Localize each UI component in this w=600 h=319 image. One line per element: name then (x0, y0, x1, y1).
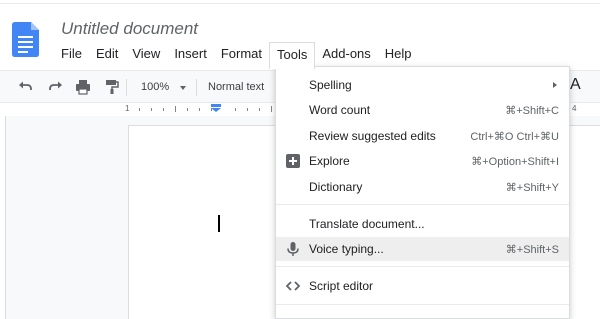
tools-menu: Spelling Word count ⌘+Shift+C Review sug… (275, 66, 570, 319)
ruler-tick (271, 106, 272, 112)
ruler-tick (139, 108, 140, 111)
ruler-tick (199, 108, 200, 111)
ruler-tick (163, 108, 164, 111)
menu-separator (276, 204, 569, 205)
ruler-tick (187, 108, 188, 111)
menu-edit[interactable]: Edit (89, 42, 125, 66)
vertical-ruler (0, 116, 6, 319)
document-title[interactable]: Untitled document (61, 19, 198, 39)
ruler-tick (151, 108, 152, 111)
ruler-tick (259, 108, 260, 111)
menu-addons[interactable]: Add-ons (315, 42, 377, 66)
menu-file[interactable]: File (54, 42, 89, 66)
docs-logo-icon[interactable] (12, 22, 39, 57)
menu-tools[interactable]: Tools (269, 42, 316, 69)
menu-item-review-suggested-edits[interactable]: Review suggested edits Ctrl+⌘O Ctrl+⌘U (276, 124, 569, 148)
browser-top-edge (0, 0, 600, 4)
menu-item-label: Spelling (309, 78, 352, 92)
print-icon[interactable] (75, 79, 91, 95)
menu-item-label: Review suggested edits (309, 129, 436, 143)
toolbar-separator (126, 79, 127, 96)
redo-icon[interactable] (47, 79, 63, 95)
menu-item-shortcut: ⌘+Option+Shift+I (471, 156, 559, 168)
menu-insert[interactable]: Insert (167, 42, 214, 66)
menu-item-label: Dictionary (309, 180, 363, 194)
menu-item-voice-typing[interactable]: Voice typing... ⌘+Shift+S (276, 237, 569, 261)
menu-item-shortcut: ⌘+Shift+S (505, 244, 559, 256)
menu-item-word-count[interactable]: Word count ⌘+Shift+C (276, 98, 569, 122)
menu-bar: File Edit View Insert Format Tools Add-o… (54, 42, 419, 69)
menu-separator (276, 304, 569, 305)
text-cursor (218, 215, 220, 232)
text-color-icon[interactable]: A (570, 76, 581, 94)
code-icon (285, 281, 301, 291)
menu-item-translate-document[interactable]: Translate document... (276, 212, 569, 236)
menu-item-script-editor[interactable]: Script editor (276, 274, 569, 298)
menu-item-label: Voice typing... (309, 242, 384, 256)
ruler-number: 4 (572, 104, 577, 113)
undo-icon[interactable] (18, 79, 34, 95)
menu-item-shortcut: Ctrl+⌘O Ctrl+⌘U (470, 131, 559, 143)
menu-item-label: Word count (309, 103, 371, 117)
menu-help[interactable]: Help (378, 42, 419, 66)
toolbar-separator (196, 79, 197, 96)
zoom-caret-icon[interactable] (180, 86, 186, 90)
menu-separator (276, 266, 569, 267)
paragraph-style-select[interactable]: Normal text (208, 81, 264, 93)
microphone-icon (287, 242, 299, 256)
menu-item-shortcut: ⌘+Shift+C (505, 105, 559, 117)
ruler-tick (235, 108, 236, 111)
explore-icon (286, 154, 300, 168)
menu-item-label: Explore (309, 154, 350, 168)
menu-item-explore[interactable]: Explore ⌘+Option+Shift+I (276, 149, 569, 173)
ruler-tick (175, 106, 176, 112)
menu-format[interactable]: Format (214, 42, 269, 66)
menu-item-shortcut: ⌘+Shift+Y (505, 182, 559, 194)
menu-item-dictionary[interactable]: Dictionary ⌘+Shift+Y (276, 175, 569, 199)
submenu-arrow-icon (553, 82, 557, 88)
menu-item-spelling[interactable]: Spelling (276, 73, 569, 97)
ruler-number: 1 (125, 104, 130, 113)
menu-view[interactable]: View (125, 42, 167, 66)
ruler-tick (247, 108, 248, 111)
menu-item-label: Script editor (309, 279, 374, 293)
paint-format-icon[interactable] (104, 79, 120, 95)
menu-item-label: Translate document... (309, 217, 425, 231)
indent-marker-icon[interactable] (211, 104, 221, 112)
zoom-select[interactable]: 100% (141, 81, 169, 93)
